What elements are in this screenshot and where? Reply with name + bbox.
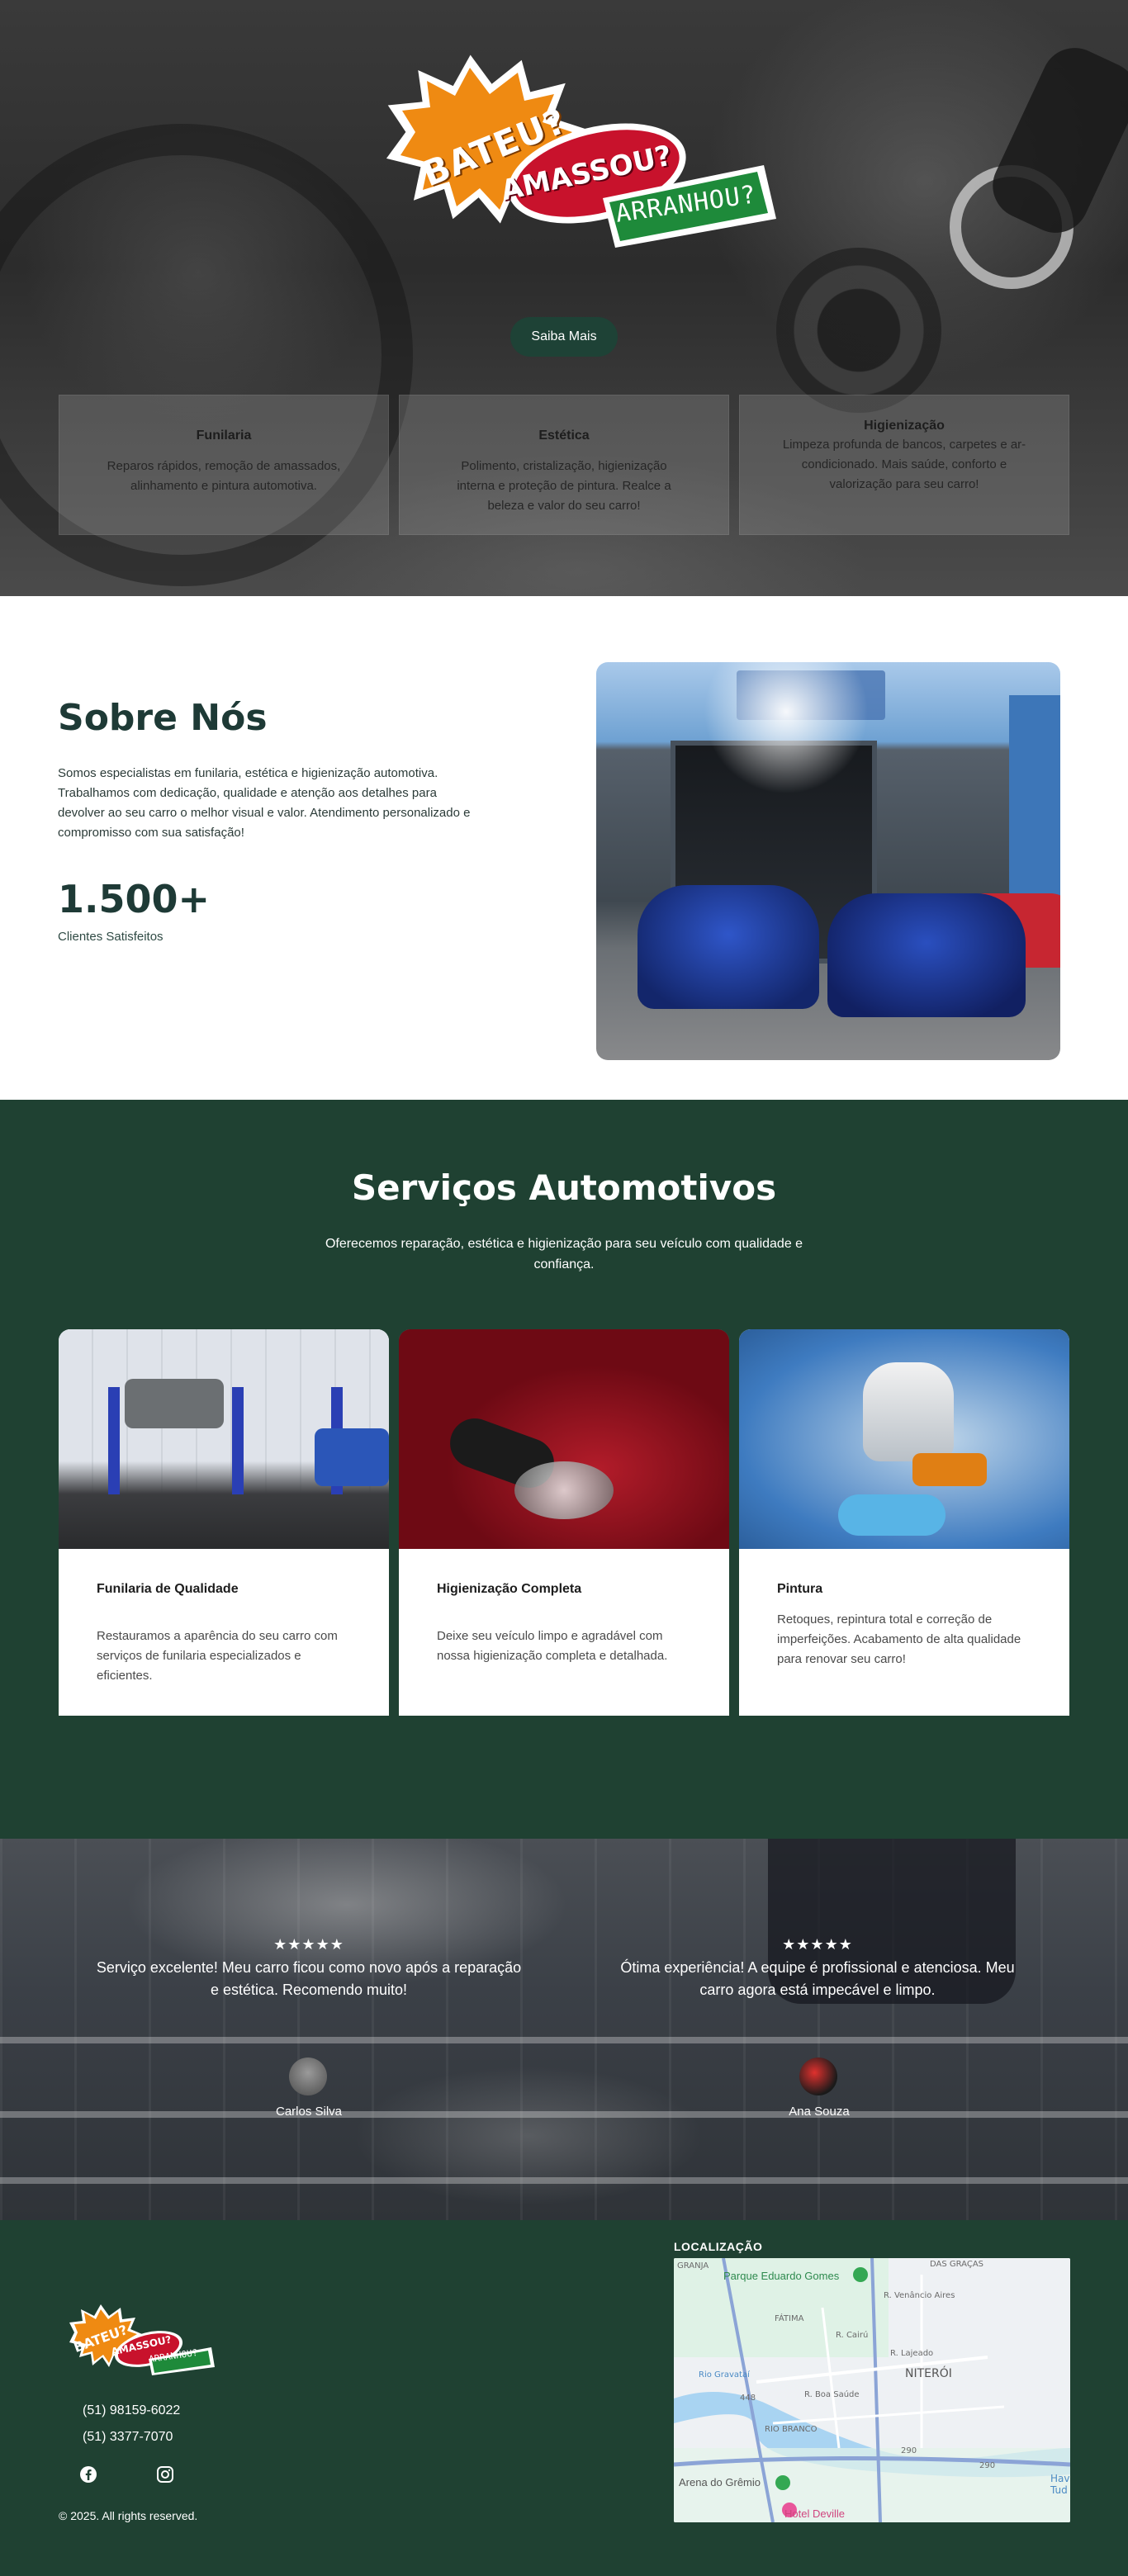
hero-section: BATEU? AMASSOU? ARRANHOU? Saiba Mais Fun… bbox=[0, 0, 1128, 596]
map-poi-arena[interactable]: Arena do Grêmio bbox=[679, 2476, 761, 2488]
hero-card-funilaria[interactable]: Funilaria Reparos rápidos, remoção de am… bbox=[59, 395, 389, 535]
map-label: Rio Gravataí bbox=[699, 2370, 750, 2379]
map-label: R. Boa Saúde bbox=[804, 2390, 860, 2399]
map-label: 290 bbox=[901, 2446, 917, 2455]
testimonials-section: ★★★★★ Serviço excelente! Meu carro ficou… bbox=[0, 1839, 1128, 2220]
building-graphic bbox=[1009, 695, 1060, 902]
rail-graphic bbox=[0, 2037, 1128, 2043]
saiba-mais-button[interactable]: Saiba Mais bbox=[510, 317, 618, 357]
about-title: Sobre Nós bbox=[58, 697, 268, 739]
garage-photo bbox=[59, 1329, 389, 1549]
service-card-text: Restauramos a aparência do seu carro com… bbox=[97, 1629, 338, 1683]
location-map[interactable]: GRANJA Parque Eduardo Gomes DAS GRAÇAS F… bbox=[674, 2258, 1070, 2522]
service-card-higienizacao[interactable]: Higienização Completa Deixe seu veículo … bbox=[399, 1329, 729, 1716]
testimonial-name: Ana Souza bbox=[789, 2105, 850, 2119]
footer: BATEU? AMASSOU? ARRANHOU? (51) 98159-602… bbox=[0, 2220, 1128, 2576]
spray-gun-graphic bbox=[863, 1362, 954, 1461]
service-card-text: Deixe seu veículo limpo e agradável com … bbox=[437, 1629, 668, 1663]
service-card-title: Higienização Completa bbox=[437, 1582, 582, 1596]
map-label: R. Venâncio Aires bbox=[884, 2291, 955, 2300]
hero-card-text: Reparos rápidos, remoção de amassados, a… bbox=[107, 459, 341, 493]
ignition-graphic bbox=[776, 248, 941, 413]
map-label: NITERÓI bbox=[905, 2367, 952, 2380]
map-label: Hav Tud bbox=[1050, 2473, 1070, 2496]
star-rating: ★★★★★ bbox=[273, 1936, 344, 1953]
car-polishing-photo bbox=[399, 1329, 729, 1549]
map-poi-hotel[interactable]: Hotel Deville bbox=[784, 2507, 845, 2520]
hero-card-title: Higienização bbox=[864, 419, 945, 433]
testimonial-quote: Ótima experiência! A equipe é profission… bbox=[620, 1959, 1015, 1998]
about-description: Somos especialistas em funilaria, estéti… bbox=[58, 766, 471, 840]
hero-card-text: Limpeza profunda de bancos, carpetes e a… bbox=[782, 438, 1026, 491]
footer-logo[interactable]: BATEU? AMASSOU? ARRANHOU? bbox=[66, 2301, 215, 2375]
location-title: LOCALIZAÇÃO bbox=[674, 2240, 763, 2253]
hand-graphic bbox=[838, 1494, 946, 1536]
testimonial-2: ★★★★★ Ótima experiência! A equipe é prof… bbox=[603, 1936, 1032, 2001]
truck-graphic bbox=[125, 1379, 224, 1428]
map-label: 448 bbox=[740, 2394, 756, 2403]
service-card-funilaria[interactable]: Funilaria de Qualidade Restauramos a apa… bbox=[59, 1329, 389, 1716]
service-card-title: Funilaria de Qualidade bbox=[97, 1582, 239, 1596]
map-label: RIO BRANCO bbox=[765, 2425, 818, 2434]
blue-car-graphic bbox=[637, 885, 819, 1009]
service-card-title: Pintura bbox=[777, 1582, 823, 1596]
shop-photo bbox=[596, 662, 1060, 1060]
map-poi-park[interactable]: Parque Eduardo Gomes bbox=[723, 2270, 839, 2282]
map-label: 290 bbox=[979, 2461, 996, 2470]
hero-card-higienizacao[interactable]: Higienização Limpeza profunda de bancos,… bbox=[739, 395, 1069, 535]
headlight-graphic bbox=[514, 1461, 614, 1519]
map-label: DAS GRAÇAS bbox=[930, 2260, 984, 2269]
nozzle-graphic bbox=[912, 1453, 987, 1486]
services-section: Serviços Automotivos Oferecemos reparaçã… bbox=[0, 1100, 1128, 1839]
services-subtitle: Oferecemos reparação, estética e higieni… bbox=[325, 1237, 803, 1271]
hero-card-text: Polimento, cristalização, higienização i… bbox=[457, 459, 671, 513]
brand-logo[interactable]: BATEU? AMASSOU? ARRANHOU? bbox=[376, 50, 789, 248]
blue-car-graphic bbox=[315, 1428, 389, 1486]
blue-car-graphic bbox=[827, 893, 1026, 1017]
map-label: FÁTIMA bbox=[775, 2314, 804, 2323]
phone-number[interactable]: (51) 98159-6022 bbox=[83, 2403, 180, 2418]
map-label: GRANJA bbox=[677, 2261, 709, 2271]
lift-graphic bbox=[108, 1387, 120, 1494]
testimonial-1: ★★★★★ Serviço excelente! Meu carro ficou… bbox=[94, 1936, 524, 2001]
hero-card-title: Funilaria bbox=[196, 429, 252, 443]
rail-graphic bbox=[0, 2111, 1128, 2118]
service-card-text: Retoques, repintura total e correção de … bbox=[777, 1612, 1021, 1666]
stat-value: 1.500+ bbox=[58, 877, 211, 921]
rail-graphic bbox=[0, 2177, 1128, 2184]
avatar bbox=[289, 2057, 327, 2095]
copyright: © 2025. All rights reserved. bbox=[59, 2509, 198, 2522]
lift-graphic bbox=[232, 1387, 244, 1494]
services-title: Serviços Automotivos bbox=[351, 1167, 777, 1208]
about-section: Sobre Nós Somos especialistas em funilar… bbox=[0, 596, 1128, 1100]
phone-number[interactable]: (51) 3377-7070 bbox=[83, 2430, 173, 2445]
spray-gun-photo bbox=[739, 1329, 1069, 1549]
service-card-pintura[interactable]: Pintura Retoques, repintura total e corr… bbox=[739, 1329, 1069, 1716]
testimonial-quote: Serviço excelente! Meu carro ficou como … bbox=[96, 1959, 522, 1998]
instagram-icon[interactable] bbox=[156, 2465, 174, 2484]
map-label: R. Cairú bbox=[836, 2331, 869, 2340]
map-label: R. Lajeado bbox=[890, 2349, 934, 2358]
facebook-icon[interactable] bbox=[79, 2465, 97, 2484]
stat-label: Clientes Satisfeitos bbox=[58, 930, 164, 944]
star-rating: ★★★★★ bbox=[782, 1936, 853, 1953]
hero-card-estetica[interactable]: Estética Polimento, cristalização, higie… bbox=[399, 395, 729, 535]
testimonial-name: Carlos Silva bbox=[275, 2105, 343, 2119]
avatar bbox=[799, 2057, 837, 2095]
hero-card-title: Estética bbox=[538, 429, 590, 443]
